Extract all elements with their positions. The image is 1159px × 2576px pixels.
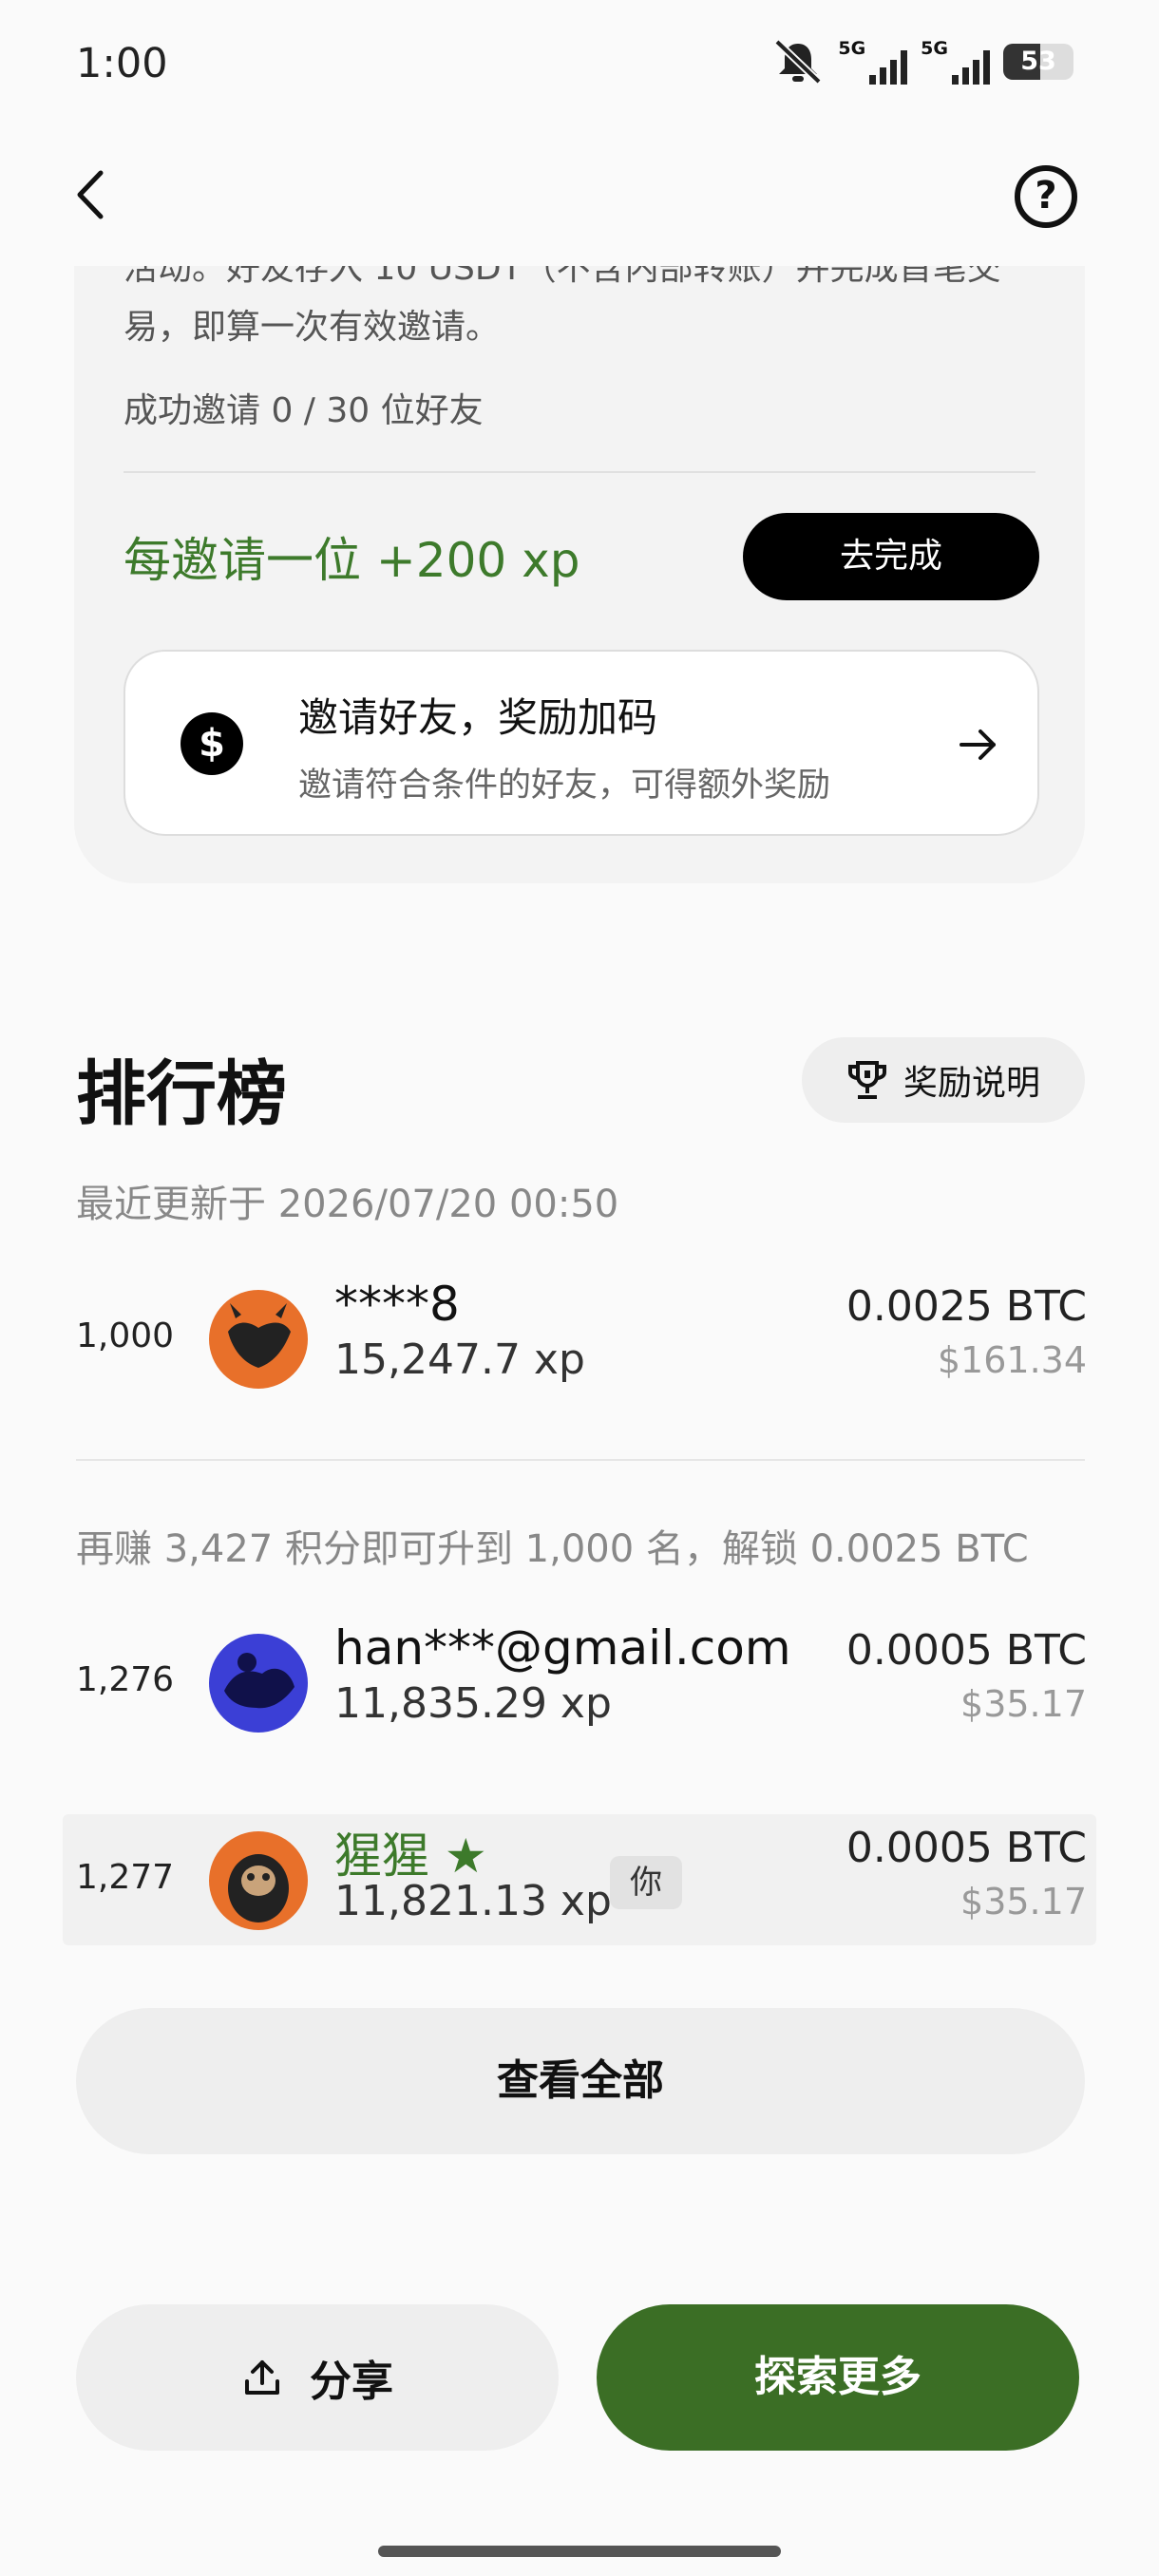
- promo-subtitle: 邀请符合条件的好友，可得额外奖励: [298, 767, 831, 805]
- reward-rules-label: 奖励说明: [902, 1064, 1040, 1103]
- status-time: 1:00: [76, 40, 168, 87]
- usd-value: $161.34: [937, 1339, 1087, 1381]
- status-bar: 1:00 5G 5G 53: [0, 0, 1159, 133]
- dollar-icon: $: [180, 712, 243, 775]
- arrow-right-icon: [960, 729, 996, 760]
- share-label: 分享: [310, 2358, 393, 2406]
- btc-reward: 0.0005 BTC: [846, 1824, 1087, 1872]
- back-button[interactable]: [76, 161, 124, 228]
- bell-off-icon: [774, 39, 823, 85]
- last-updated: 最近更新于 2026/07/20 00:50: [76, 1183, 619, 1226]
- user-xp: 11,835.29 xp: [334, 1679, 612, 1728]
- go-complete-button[interactable]: 去完成: [743, 513, 1039, 600]
- reward-text: 每邀请一位 +200 xp: [124, 533, 580, 588]
- share-button[interactable]: 分享: [76, 2304, 559, 2451]
- task-card: 活动。好友存入 10 USDT（不含内部转账）并完成首笔交易，即算一次有效邀请。…: [74, 266, 1085, 883]
- btc-reward: 0.0005 BTC: [846, 1626, 1087, 1675]
- user-xp: 11,821.13 xp: [334, 1877, 612, 1925]
- leaderboard-title: 排行榜: [76, 1053, 287, 1135]
- trophy-icon: [847, 1061, 886, 1099]
- usd-value: $35.17: [960, 1683, 1087, 1725]
- promo-title: 邀请好友，奖励加码: [298, 694, 658, 741]
- battery-level: 53: [1020, 47, 1056, 76]
- usd-value: $35.17: [960, 1881, 1087, 1923]
- chevron-left-icon: [77, 170, 104, 219]
- explore-more-button[interactable]: 探索更多: [597, 2304, 1079, 2451]
- status-icons: 5G 5G 53: [771, 38, 1074, 85]
- rank: 1,277: [76, 1858, 175, 1897]
- network-label: 5G: [838, 38, 866, 59]
- home-indicator[interactable]: [378, 2546, 781, 2557]
- leaderboard-row-me[interactable]: 1,277 猩猩 ★ 11,821.13 xp 你 0.0005 BTC $35…: [63, 1814, 1096, 1945]
- signal-icon: 5G: [921, 39, 990, 85]
- avatar: [209, 1290, 308, 1389]
- reward-rules-button[interactable]: 奖励说明: [802, 1037, 1085, 1123]
- view-all-button[interactable]: 查看全部: [76, 2008, 1085, 2154]
- divider: [76, 1459, 1085, 1461]
- invite-progress: 成功邀请 0 / 30 位好友: [124, 391, 484, 430]
- btc-reward: 0.0025 BTC: [846, 1282, 1087, 1331]
- username: ****8: [334, 1277, 460, 1332]
- share-icon: [245, 2360, 279, 2395]
- username-text: 猩猩: [334, 1828, 429, 1884]
- battery-icon: 53: [1003, 44, 1074, 80]
- rank-up-hint: 再赚 3,427 积分即可升到 1,000 名，解锁 0.0025 BTC: [76, 1527, 1029, 1571]
- leaderboard-row[interactable]: 1,000 ****8 15,247.7 xp 0.0025 BTC $161.…: [63, 1273, 1096, 1404]
- star-icon: ★: [444, 1828, 487, 1884]
- signal-icon: 5G: [838, 38, 908, 85]
- rank: 1,000: [76, 1316, 175, 1355]
- network-label: 5G: [921, 38, 948, 59]
- rank: 1,276: [76, 1660, 175, 1699]
- invite-promo-card[interactable]: $ 邀请好友，奖励加码 邀请符合条件的好友，可得额外奖励: [124, 650, 1039, 836]
- divider: [124, 471, 1036, 473]
- username: han***@gmail.com: [334, 1620, 791, 1676]
- you-badge: 你: [610, 1856, 682, 1909]
- leaderboard-row[interactable]: 1,276 han***@gmail.com 11,835.29 xp 0.00…: [63, 1617, 1096, 1748]
- task-description: 活动。好友存入 10 USDT（不含内部转账）并完成首笔交易，即算一次有效邀请。: [124, 266, 1001, 347]
- avatar: [209, 1634, 308, 1733]
- avatar: [209, 1831, 308, 1930]
- user-xp: 15,247.7 xp: [334, 1335, 585, 1384]
- help-button[interactable]: ?: [1015, 165, 1077, 228]
